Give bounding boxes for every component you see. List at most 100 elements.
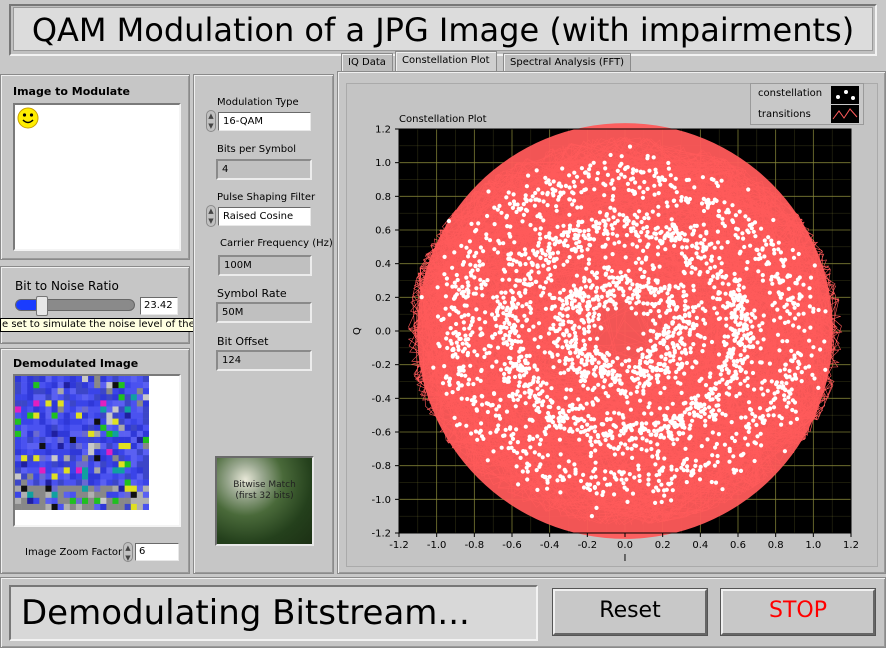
constellation-point	[656, 212, 661, 217]
constellation-point	[761, 392, 766, 397]
reset-button[interactable]: Reset	[553, 589, 707, 635]
demod-pixel	[82, 436, 89, 444]
demod-pixel	[75, 479, 83, 486]
constellation-point	[786, 395, 791, 400]
constellation-point	[568, 387, 573, 392]
constellation-point	[605, 290, 610, 295]
constellation-point	[556, 405, 561, 410]
constellation-point	[543, 234, 549, 239]
mod-type-field[interactable]: 16-QAM	[218, 112, 311, 131]
constellation-point	[769, 238, 774, 243]
constellation-point	[679, 231, 685, 236]
constellation-point	[510, 391, 515, 396]
constellation-point	[770, 242, 776, 247]
stop-button[interactable]: STOP	[721, 589, 875, 635]
constellation-point	[768, 400, 774, 405]
demod-pixel	[75, 503, 83, 510]
constellation-point	[522, 390, 527, 395]
noise-value-field[interactable]: 23.42	[140, 297, 178, 315]
constellation-point	[690, 265, 695, 270]
constellation-point	[668, 419, 673, 424]
constellation-point	[657, 406, 662, 411]
constellation-point	[653, 462, 658, 467]
demod-pixel	[33, 461, 40, 468]
constellation-point	[612, 492, 617, 497]
y-tick-label: -0.4	[371, 394, 391, 405]
zoom-value-field[interactable]: 6	[135, 543, 179, 561]
constellation-point	[603, 272, 608, 277]
constellation-point	[679, 390, 684, 395]
constellation-point	[699, 376, 704, 381]
constellation-point	[602, 378, 607, 383]
constellation-point	[694, 223, 699, 228]
constellation-point	[669, 299, 674, 304]
demod-pixel	[88, 473, 95, 480]
demod-pixel	[27, 436, 34, 444]
constellation-point	[796, 312, 801, 317]
demod-pixel	[75, 424, 83, 432]
constellation-point	[645, 153, 650, 159]
constellation-point	[556, 336, 561, 341]
constellation-point	[652, 421, 657, 426]
mod-type-spinner[interactable]: ▲ ▼	[206, 110, 216, 132]
demod-pixel	[63, 467, 71, 474]
demod-pixel	[21, 406, 28, 413]
demod-pixel	[75, 430, 83, 438]
tab-spectral-analysis[interactable]: Spectral Analysis (FFT)	[503, 53, 632, 71]
constellation-point	[567, 429, 572, 434]
constellation-point	[551, 365, 556, 370]
constellation-point	[810, 372, 815, 377]
constellation-point	[465, 294, 470, 299]
demod-pixel	[45, 400, 52, 407]
demod-pixel	[94, 382, 101, 389]
constellation-point	[531, 324, 536, 329]
constellation-point	[732, 271, 737, 276]
constellation-point	[674, 467, 679, 473]
constellation-point	[719, 245, 724, 250]
constellation-point	[781, 263, 786, 269]
constellation-point	[515, 202, 520, 207]
constellation-point	[514, 278, 519, 283]
constellation-point	[589, 217, 594, 222]
constellation-point	[782, 397, 787, 402]
tab-iq-data[interactable]: IQ Data	[341, 53, 393, 71]
demod-pixel	[136, 473, 144, 480]
constellation-point	[624, 477, 629, 482]
noise-slider[interactable]	[15, 296, 135, 316]
constellation-point	[703, 383, 709, 388]
constellation-point	[507, 231, 512, 237]
constellation-point	[561, 415, 566, 420]
demod-pixel	[94, 412, 101, 419]
constellation-point	[455, 277, 460, 283]
constellation-point	[756, 269, 761, 274]
constellation-point	[584, 401, 589, 406]
pulse-filter-spinner[interactable]: ▲ ▼	[206, 205, 216, 227]
constellation-point	[581, 472, 586, 477]
constellation-point	[765, 388, 770, 393]
zoom-spinner[interactable]: ▲ ▼	[123, 542, 133, 562]
constellation-point	[724, 367, 729, 372]
constellation-point	[626, 346, 631, 351]
noise-slider-thumb[interactable]	[35, 296, 48, 316]
constellation-point	[709, 176, 714, 182]
constellation-point	[576, 354, 581, 359]
demod-pixel	[142, 376, 149, 383]
constellation-point	[666, 329, 671, 334]
constellation-point	[571, 179, 576, 184]
demod-pixel	[124, 455, 132, 462]
constellation-point	[717, 297, 722, 302]
demod-pixel	[75, 449, 83, 456]
tab-constellation-plot[interactable]: Constellation Plot	[395, 51, 497, 71]
constellation-point	[659, 482, 664, 487]
demod-pixel	[106, 412, 113, 419]
constellation-point	[602, 160, 607, 165]
constellation-point	[581, 429, 586, 434]
constellation-point	[614, 281, 619, 286]
constellation-point	[616, 240, 622, 245]
constellation-point	[775, 307, 780, 312]
constellation-point	[523, 207, 529, 212]
constellation-point	[639, 422, 644, 427]
pulse-filter-field[interactable]: Raised Cosine	[218, 207, 311, 226]
constellation-point	[672, 243, 677, 248]
constellation-point	[608, 152, 613, 158]
